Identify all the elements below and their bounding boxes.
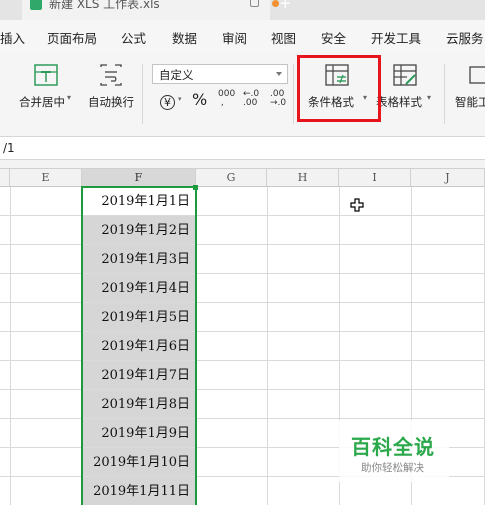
wrap-text-button[interactable]: 自动换行 — [88, 94, 134, 110]
column-header-partial[interactable] — [0, 169, 10, 186]
currency-dropdown-icon[interactable]: ▾ — [178, 95, 182, 103]
menu-developer[interactable]: 开发工具 — [371, 28, 421, 47]
thousands-label: 000 — [218, 89, 236, 99]
unsaved-dot-icon — [272, 0, 279, 7]
grid-line — [0, 244, 485, 245]
formula-content[interactable]: /1 — [3, 141, 15, 155]
spreadsheet-file-icon — [30, 0, 42, 10]
column-header-i[interactable]: I — [339, 169, 411, 186]
column-header-g[interactable]: G — [196, 169, 267, 186]
currency-icon[interactable]: ¥ — [160, 95, 175, 110]
grid-line — [0, 273, 485, 274]
fill-handle[interactable] — [193, 185, 198, 190]
selection-border — [81, 186, 197, 505]
table-style-dropdown-icon[interactable]: ▾ — [427, 93, 431, 102]
menu-view[interactable]: 视图 — [271, 28, 296, 47]
grid-line — [0, 331, 485, 332]
ribbon-separator — [293, 64, 294, 124]
grid-line — [0, 418, 485, 419]
sheet-top-gap — [0, 160, 485, 169]
menu-bar: 插入 页面布局 公式 数据 审阅 视图 安全 开发工具 云服务 — [0, 20, 485, 52]
watermark-title: 百科全说 — [351, 435, 435, 459]
grid-line — [0, 389, 485, 390]
wrap-text-icon[interactable] — [99, 64, 123, 86]
pin-icon[interactable] — [250, 0, 259, 7]
table-style-button[interactable]: 表格样式 — [376, 94, 422, 110]
ribbon-toolbar: 合并居中 ▾ 自动换行 自定义 ¥ ▾ % 000 , ←.0.00 .00 →.… — [0, 52, 485, 137]
number-format-select[interactable]: 自定义 — [152, 64, 288, 84]
menu-page-layout[interactable]: 页面布局 — [47, 28, 97, 47]
smart-tool-icon[interactable] — [469, 64, 485, 86]
title-bar: 新建 XLS 工作表.xls + — [0, 0, 485, 20]
thousands-separator-button[interactable]: 000 , — [218, 90, 235, 108]
increase-decimal-button[interactable]: ←.0.00 — [243, 90, 259, 108]
column-header-f[interactable]: F — [82, 169, 196, 186]
watermark-subtitle: 助你轻松解决 — [361, 462, 424, 474]
column-headers: E F G H I J — [0, 169, 485, 187]
menu-review[interactable]: 审阅 — [222, 28, 247, 47]
ribbon-separator — [444, 64, 445, 124]
smart-tool-button[interactable]: 智能工 — [455, 94, 485, 110]
menu-data[interactable]: 数据 — [172, 28, 197, 47]
number-format-value: 自定义 — [159, 68, 194, 82]
column-header-h[interactable]: H — [267, 169, 339, 186]
formula-bar[interactable]: /1 — [0, 137, 485, 160]
grid-line — [0, 360, 485, 361]
document-tab[interactable]: 新建 XLS 工作表.xls — [22, 0, 279, 20]
annotation-highlight-box — [297, 55, 381, 122]
ribbon-separator — [142, 64, 143, 124]
column-header-e[interactable]: E — [10, 169, 82, 186]
decrease-decimal-button[interactable]: .00 →.0 — [270, 90, 286, 108]
grid-line — [267, 187, 268, 505]
menu-cloud[interactable]: 云服务 — [446, 28, 484, 47]
grid-line — [10, 187, 11, 505]
menu-security[interactable]: 安全 — [321, 28, 346, 47]
cross-cursor-icon — [350, 198, 364, 212]
chevron-down-icon — [276, 72, 282, 76]
table-style-icon[interactable] — [393, 64, 417, 86]
merge-center-icon[interactable] — [34, 64, 58, 86]
menu-formulas[interactable]: 公式 — [121, 28, 146, 47]
document-title: 新建 XLS 工作表.xls — [49, 0, 160, 11]
grid-line — [0, 215, 485, 216]
merge-center-button[interactable]: 合并居中 — [19, 94, 65, 110]
menu-insert[interactable]: 插入 — [0, 28, 25, 47]
column-header-j[interactable]: J — [411, 169, 485, 186]
watermark-logo: 百科全说 助你轻松解决 — [339, 420, 449, 482]
merge-center-dropdown-icon[interactable]: ▾ — [67, 93, 71, 102]
grid-line — [0, 302, 485, 303]
new-tab-button[interactable]: + — [279, 0, 292, 12]
percent-button[interactable]: % — [192, 90, 207, 109]
